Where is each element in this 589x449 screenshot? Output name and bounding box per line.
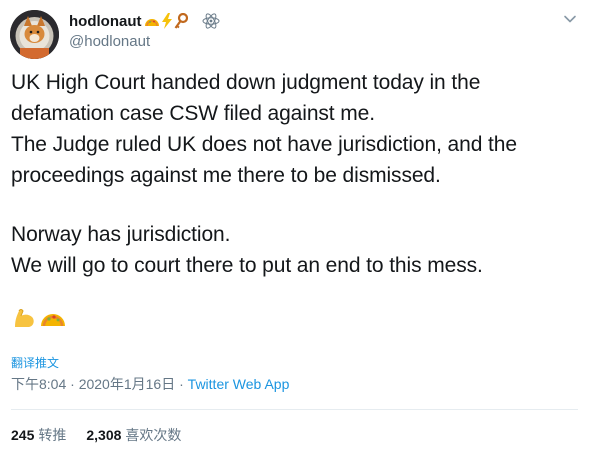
- tweet-date[interactable]: 2020年1月16日: [79, 376, 176, 392]
- tweet-emoji-row: [11, 305, 69, 331]
- likes-count: 2,308: [86, 427, 122, 443]
- retweets-count: 245: [11, 427, 35, 443]
- chevron-down-icon[interactable]: [563, 12, 577, 26]
- avatar[interactable]: [10, 10, 59, 59]
- lightning-icon: [162, 13, 173, 29]
- tweet-text-line: UK High Court handed down judgment today…: [11, 71, 481, 94]
- taco-icon: [41, 314, 65, 327]
- flexed-biceps-icon: [15, 309, 34, 327]
- atom-icon: [202, 12, 220, 30]
- author-name-row[interactable]: hodlonaut: [69, 11, 220, 31]
- taco-icon: [145, 19, 160, 27]
- tweet-text-line: We will go to court there to put an end …: [11, 254, 483, 277]
- tweet-text-line: The Judge ruled UK does not have jurisdi…: [11, 133, 517, 156]
- display-name[interactable]: hodlonaut: [69, 13, 141, 30]
- retweets-stat[interactable]: 245 转推: [11, 425, 66, 445]
- likes-stat[interactable]: 2,308 喜欢次数: [86, 425, 181, 445]
- tweet-source-link[interactable]: Twitter Web App: [188, 376, 290, 392]
- meta-separator: ·: [66, 376, 79, 392]
- tweet-text-line: defamation case CSW filed against me.: [11, 102, 375, 125]
- tweet-time[interactable]: 下午8:04: [11, 376, 66, 392]
- likes-label: 喜欢次数: [125, 427, 182, 443]
- name-emoji-group: [143, 13, 189, 29]
- tweet-card: hodlonaut @hodlonaut UK High Court hande…: [0, 0, 589, 449]
- tweet-stats: 245 转推 2,308 喜欢次数: [11, 425, 201, 445]
- tweet-text: UK High Court handed down judgment today…: [11, 67, 581, 281]
- tweet-text-line: proceedings against me there to be dismi…: [11, 164, 441, 187]
- translate-tweet-link[interactable]: 翻译推文: [11, 354, 59, 371]
- divider: [11, 409, 578, 410]
- tweet-metadata: 下午8:04 · 2020年1月16日 · Twitter Web App: [11, 374, 289, 394]
- tweet-text-line: Norway has jurisdiction.: [11, 223, 231, 246]
- author-handle[interactable]: @hodlonaut: [69, 33, 150, 50]
- avatar-image: [10, 10, 59, 59]
- key-icon: [175, 13, 189, 29]
- retweets-label: 转推: [38, 427, 67, 443]
- meta-separator: ·: [175, 376, 188, 392]
